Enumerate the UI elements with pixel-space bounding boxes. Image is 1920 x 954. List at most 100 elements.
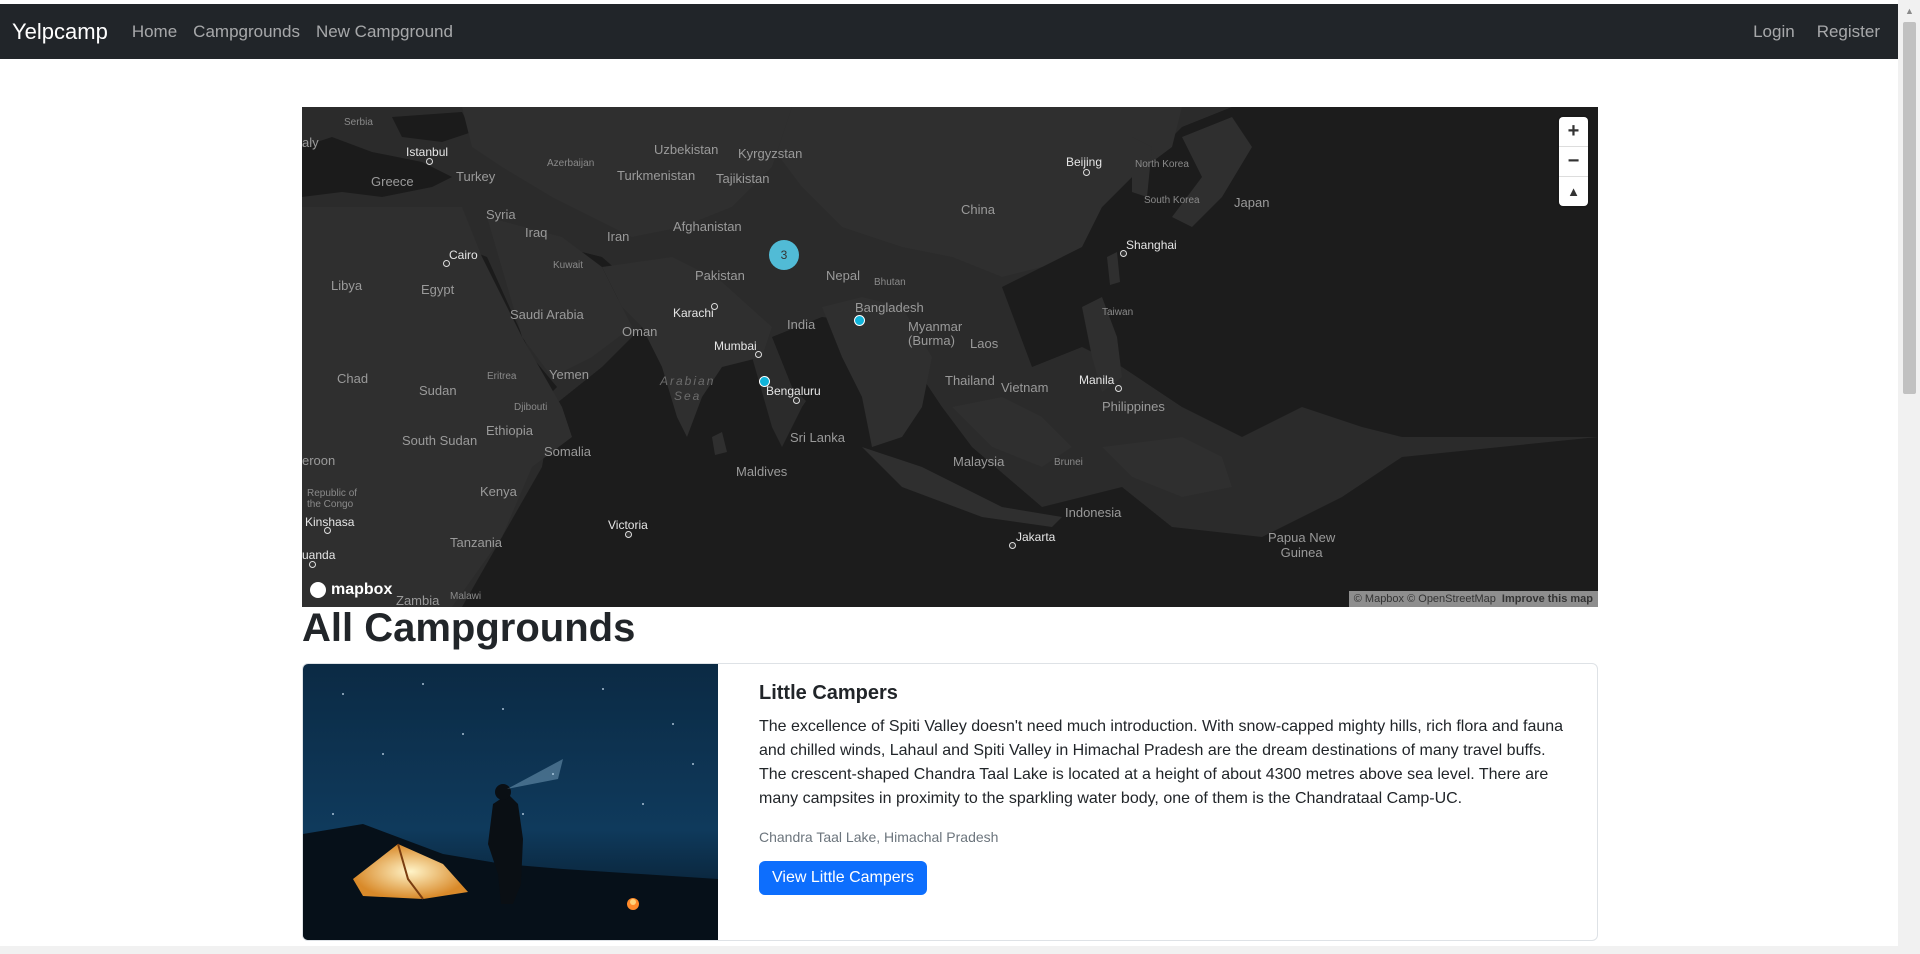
nav-campgrounds[interactable]: Campgrounds: [193, 22, 300, 42]
nav-right: Login Register: [1741, 22, 1890, 42]
map-label-djibouti: Djibouti: [514, 402, 548, 413]
city-dot: [443, 260, 450, 267]
map-label-chad: Chad: [337, 371, 369, 386]
map-label-jakarta: Jakarta: [1016, 530, 1056, 544]
city-dot: [309, 561, 316, 568]
map-label-bangladesh: Bangladesh: [855, 300, 924, 315]
map-marker[interactable]: [759, 376, 770, 387]
scrollbar-thumb[interactable]: [1903, 22, 1916, 394]
navbar: Yelpcamp Home Campgrounds New Campground…: [0, 4, 1898, 59]
map-label-sri-lanka: Sri Lanka: [790, 430, 845, 445]
mapbox-logo[interactable]: mapbox: [310, 581, 392, 599]
map-label-china: China: [961, 202, 995, 217]
brand-logo[interactable]: Yelpcamp: [12, 19, 108, 45]
map-landmass: [302, 107, 1598, 607]
map-label-nepal: Nepal: [826, 268, 860, 283]
map-label-italy: aly: [302, 135, 319, 150]
mapbox-logo-text: mapbox: [331, 581, 393, 598]
map-label-turkmenistan: Turkmenistan: [617, 168, 696, 183]
map-label-north-korea: North Korea: [1135, 159, 1189, 170]
nav-new-campground[interactable]: New Campground: [316, 22, 453, 42]
campground-location: Chandra Taal Lake, Himachal Pradesh: [759, 829, 999, 845]
map-label-south-sudan: South Sudan: [402, 433, 478, 448]
card-body: Little Campers The excellence of Spiti V…: [759, 682, 1569, 895]
map-label-azerbaijan: Azerbaijan: [547, 158, 595, 169]
campground-image: [303, 664, 718, 940]
map-label-arabian-sea: Arabian Sea: [660, 374, 716, 403]
map-label-philippines: Philippines: [1102, 399, 1165, 414]
map-label-uzbekistan: Uzbekistan: [654, 142, 719, 157]
map-label-sudan: Sudan: [419, 383, 457, 398]
map-label-somalia: Somalia: [544, 444, 591, 459]
map-label-indonesia: Indonesia: [1065, 505, 1122, 520]
map-label-kenya: Kenya: [480, 484, 517, 499]
map-label-turkey: Turkey: [456, 169, 496, 184]
map-label-japan: Japan: [1234, 195, 1270, 210]
map-label-manila: Manila: [1079, 373, 1115, 387]
city-dot: [793, 397, 800, 404]
zoom-out-button[interactable]: −: [1559, 147, 1588, 177]
map-label-karachi: Karachi: [673, 306, 714, 320]
map-label-republic-congo: Republic of the Congo: [307, 488, 358, 510]
map-label-myanmar: Myanmar (Burma): [908, 319, 963, 348]
map-label-vietnam: Vietnam: [1001, 380, 1049, 395]
nav-home[interactable]: Home: [132, 22, 177, 42]
page-title: All Campgrounds: [302, 606, 636, 650]
horizontal-scrollbar: [0, 946, 1898, 954]
map-label-victoria: Victoria: [608, 518, 648, 532]
view-campground-button[interactable]: View Little Campers: [759, 861, 927, 895]
city-dot: [625, 531, 632, 538]
map-label-tanzania: Tanzania: [450, 535, 503, 550]
map-label-maldives: Maldives: [736, 464, 788, 479]
map-label-shanghai: Shanghai: [1126, 238, 1177, 252]
city-dot: [426, 158, 433, 165]
cluster-map[interactable]: Serbia aly Istanbul Greece Turkey Azerba…: [302, 107, 1598, 607]
map-label-istanbul: Istanbul: [406, 145, 449, 159]
zoom-in-button[interactable]: +: [1559, 117, 1588, 147]
map-label-eritrea: Eritrea: [487, 371, 517, 382]
city-dot: [1115, 385, 1122, 392]
scroll-up-arrow-icon[interactable]: ▲: [1903, 4, 1916, 18]
nav-login[interactable]: Login: [1753, 22, 1795, 42]
map-label-libya: Libya: [331, 278, 363, 293]
attribution-text[interactable]: © Mapbox © OpenStreetMap: [1354, 593, 1496, 605]
city-dot: [1009, 542, 1016, 549]
city-dot: [1083, 169, 1090, 176]
map-label-laos: Laos: [970, 336, 999, 351]
campground-card: Little Campers The excellence of Spiti V…: [302, 663, 1598, 941]
mapbox-logo-icon: [310, 582, 326, 598]
map-label-india: India: [787, 317, 816, 332]
map-label-egypt: Egypt: [421, 282, 455, 297]
map-label-tajikistan: Tajikistan: [716, 171, 770, 186]
map-label-bhutan: Bhutan: [874, 277, 906, 288]
city-dot: [324, 527, 331, 534]
map-attribution: © Mapbox © OpenStreetMap Improve this ma…: [1348, 591, 1598, 607]
campground-title: Little Campers: [759, 682, 898, 704]
map-label-pakistan: Pakistan: [695, 268, 745, 283]
improve-map-link[interactable]: Improve this map: [1502, 593, 1593, 605]
map-navigation-control: + − ▲: [1559, 117, 1588, 206]
city-dot: [711, 303, 718, 310]
map-label-cairo: Cairo: [449, 248, 478, 262]
city-dot: [1120, 250, 1127, 257]
map-label-cameroon: eroon: [302, 453, 336, 468]
map-label-brunei: Brunei: [1054, 457, 1083, 468]
map-label-saudi-arabia: Saudi Arabia: [510, 307, 584, 322]
map-label-beijing: Beijing: [1066, 155, 1103, 169]
map-label-oman: Oman: [622, 324, 658, 339]
nav-register[interactable]: Register: [1817, 22, 1880, 42]
map-label-malaysia: Malaysia: [953, 454, 1005, 469]
map-label-zambia: Zambia: [396, 593, 440, 607]
map-label-south-korea: South Korea: [1144, 195, 1200, 206]
campground-description: The excellence of Spiti Valley doesn't n…: [759, 718, 1564, 807]
map-label-iran: Iran: [607, 229, 630, 244]
map-label-luanda: uanda: [302, 548, 336, 562]
map-label-thailand: Thailand: [945, 373, 995, 388]
map-marker[interactable]: [854, 315, 865, 326]
map-label-malawi: Malawi: [450, 591, 482, 602]
map-cluster[interactable]: 3: [769, 240, 799, 270]
compass-icon[interactable]: ▲: [1559, 177, 1588, 206]
map-label-iraq: Iraq: [525, 225, 548, 240]
map-label-kyrgyzstan: Kyrgyzstan: [738, 146, 803, 161]
map-label-serbia: Serbia: [344, 117, 373, 128]
